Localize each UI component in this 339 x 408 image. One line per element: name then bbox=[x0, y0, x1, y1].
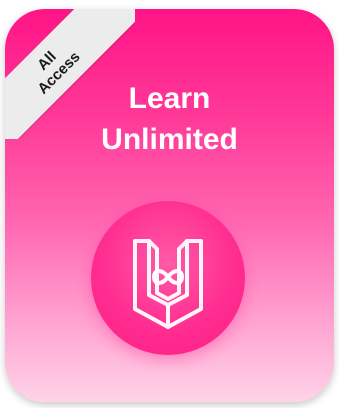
book-infinity-badge bbox=[91, 201, 245, 355]
card-title: Learn Unlimited bbox=[101, 82, 238, 156]
book-infinity-icon bbox=[133, 239, 203, 329]
